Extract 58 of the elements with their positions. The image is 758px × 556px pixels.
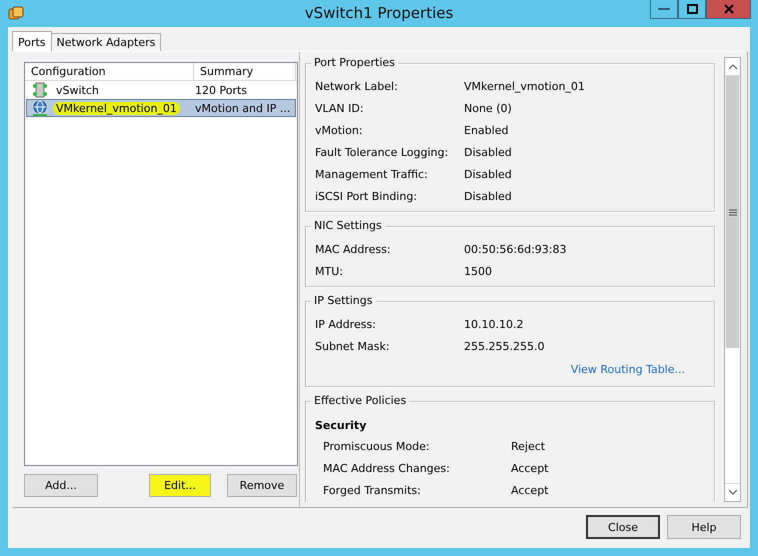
property-value: 10.10.10.2 xyxy=(464,318,524,330)
close-icon xyxy=(724,4,734,14)
property-value: Accept xyxy=(511,462,548,474)
port-name: VMkernel_vmotion_01 xyxy=(53,102,180,114)
property-value: 00:50:56:6d:93:83 xyxy=(464,242,566,256)
app-icon xyxy=(8,6,24,22)
window-title: vSwitch1 Properties xyxy=(304,4,454,22)
property-value: Accept xyxy=(511,484,548,496)
property-label: Management Traffic: xyxy=(315,168,429,180)
list-action-button[interactable]: Remove xyxy=(227,474,297,497)
property-label: Network Label: xyxy=(315,80,399,92)
property-value: None (0) xyxy=(464,102,512,114)
group-title: NIC Settings xyxy=(311,219,385,232)
minimize-button[interactable] xyxy=(650,0,678,19)
property-value: VMkernel_vmotion_01 xyxy=(464,80,585,92)
column-header[interactable]: Summary xyxy=(194,63,296,80)
property-value: Disabled xyxy=(464,190,512,202)
property-label: vMotion: xyxy=(315,124,364,136)
property-value: Disabled xyxy=(464,146,512,158)
globe-icon xyxy=(32,100,48,116)
list-action-button[interactable]: Add... xyxy=(24,474,98,497)
property-label: Fault Tolerance Logging: xyxy=(315,146,450,158)
property-label: Subnet Mask: xyxy=(315,340,391,352)
maximize-button[interactable] xyxy=(678,0,706,19)
list-action-button[interactable]: Edit... xyxy=(149,474,211,497)
property-label: VLAN ID: xyxy=(315,102,365,114)
port-summary: 120 Ports xyxy=(195,84,248,96)
scrollbar[interactable] xyxy=(724,57,741,502)
dialog-button[interactable]: Help xyxy=(667,515,741,539)
close-button[interactable] xyxy=(706,0,751,19)
property-label: Forged Transmits: xyxy=(322,484,422,496)
property-value: 255.255.255.0 xyxy=(464,340,544,352)
minimize-icon xyxy=(658,7,670,11)
tab[interactable]: Network Adapters xyxy=(50,33,162,51)
group-title: Port Properties xyxy=(311,57,398,69)
property-value: Disabled xyxy=(464,168,512,180)
property-value: Reject xyxy=(511,440,546,452)
property-label: MTU: xyxy=(315,264,344,278)
group-title: IP Settings xyxy=(311,294,376,307)
dialog-button[interactable]: Close xyxy=(586,515,660,539)
property-label: MAC Address Changes: xyxy=(322,462,451,474)
property-label: MAC Address: xyxy=(315,242,392,256)
grip-icon xyxy=(728,208,736,216)
column-header[interactable]: Configuration xyxy=(25,63,194,80)
property-label: Promiscuous Mode: xyxy=(322,440,431,452)
property-value: Enabled xyxy=(464,124,508,136)
group-title: Effective Policies xyxy=(311,394,410,407)
port-summary: vMotion and IP ... xyxy=(195,102,290,114)
port-name: vSwitch xyxy=(56,84,99,96)
section-heading: Security xyxy=(315,418,366,432)
maximize-icon xyxy=(686,4,698,14)
list-row[interactable]: VMkernel_vmotion_01 vMotion and IP ... xyxy=(26,99,296,117)
routing-table-link[interactable]: View Routing Table... xyxy=(570,363,685,376)
tab[interactable]: Ports xyxy=(12,31,52,51)
list-row[interactable]: vSwitch 120 Ports xyxy=(26,81,296,99)
property-label: IP Address: xyxy=(315,318,377,330)
property-label: iSCSI Port Binding: xyxy=(315,190,418,202)
property-value: 1500 xyxy=(464,264,492,278)
